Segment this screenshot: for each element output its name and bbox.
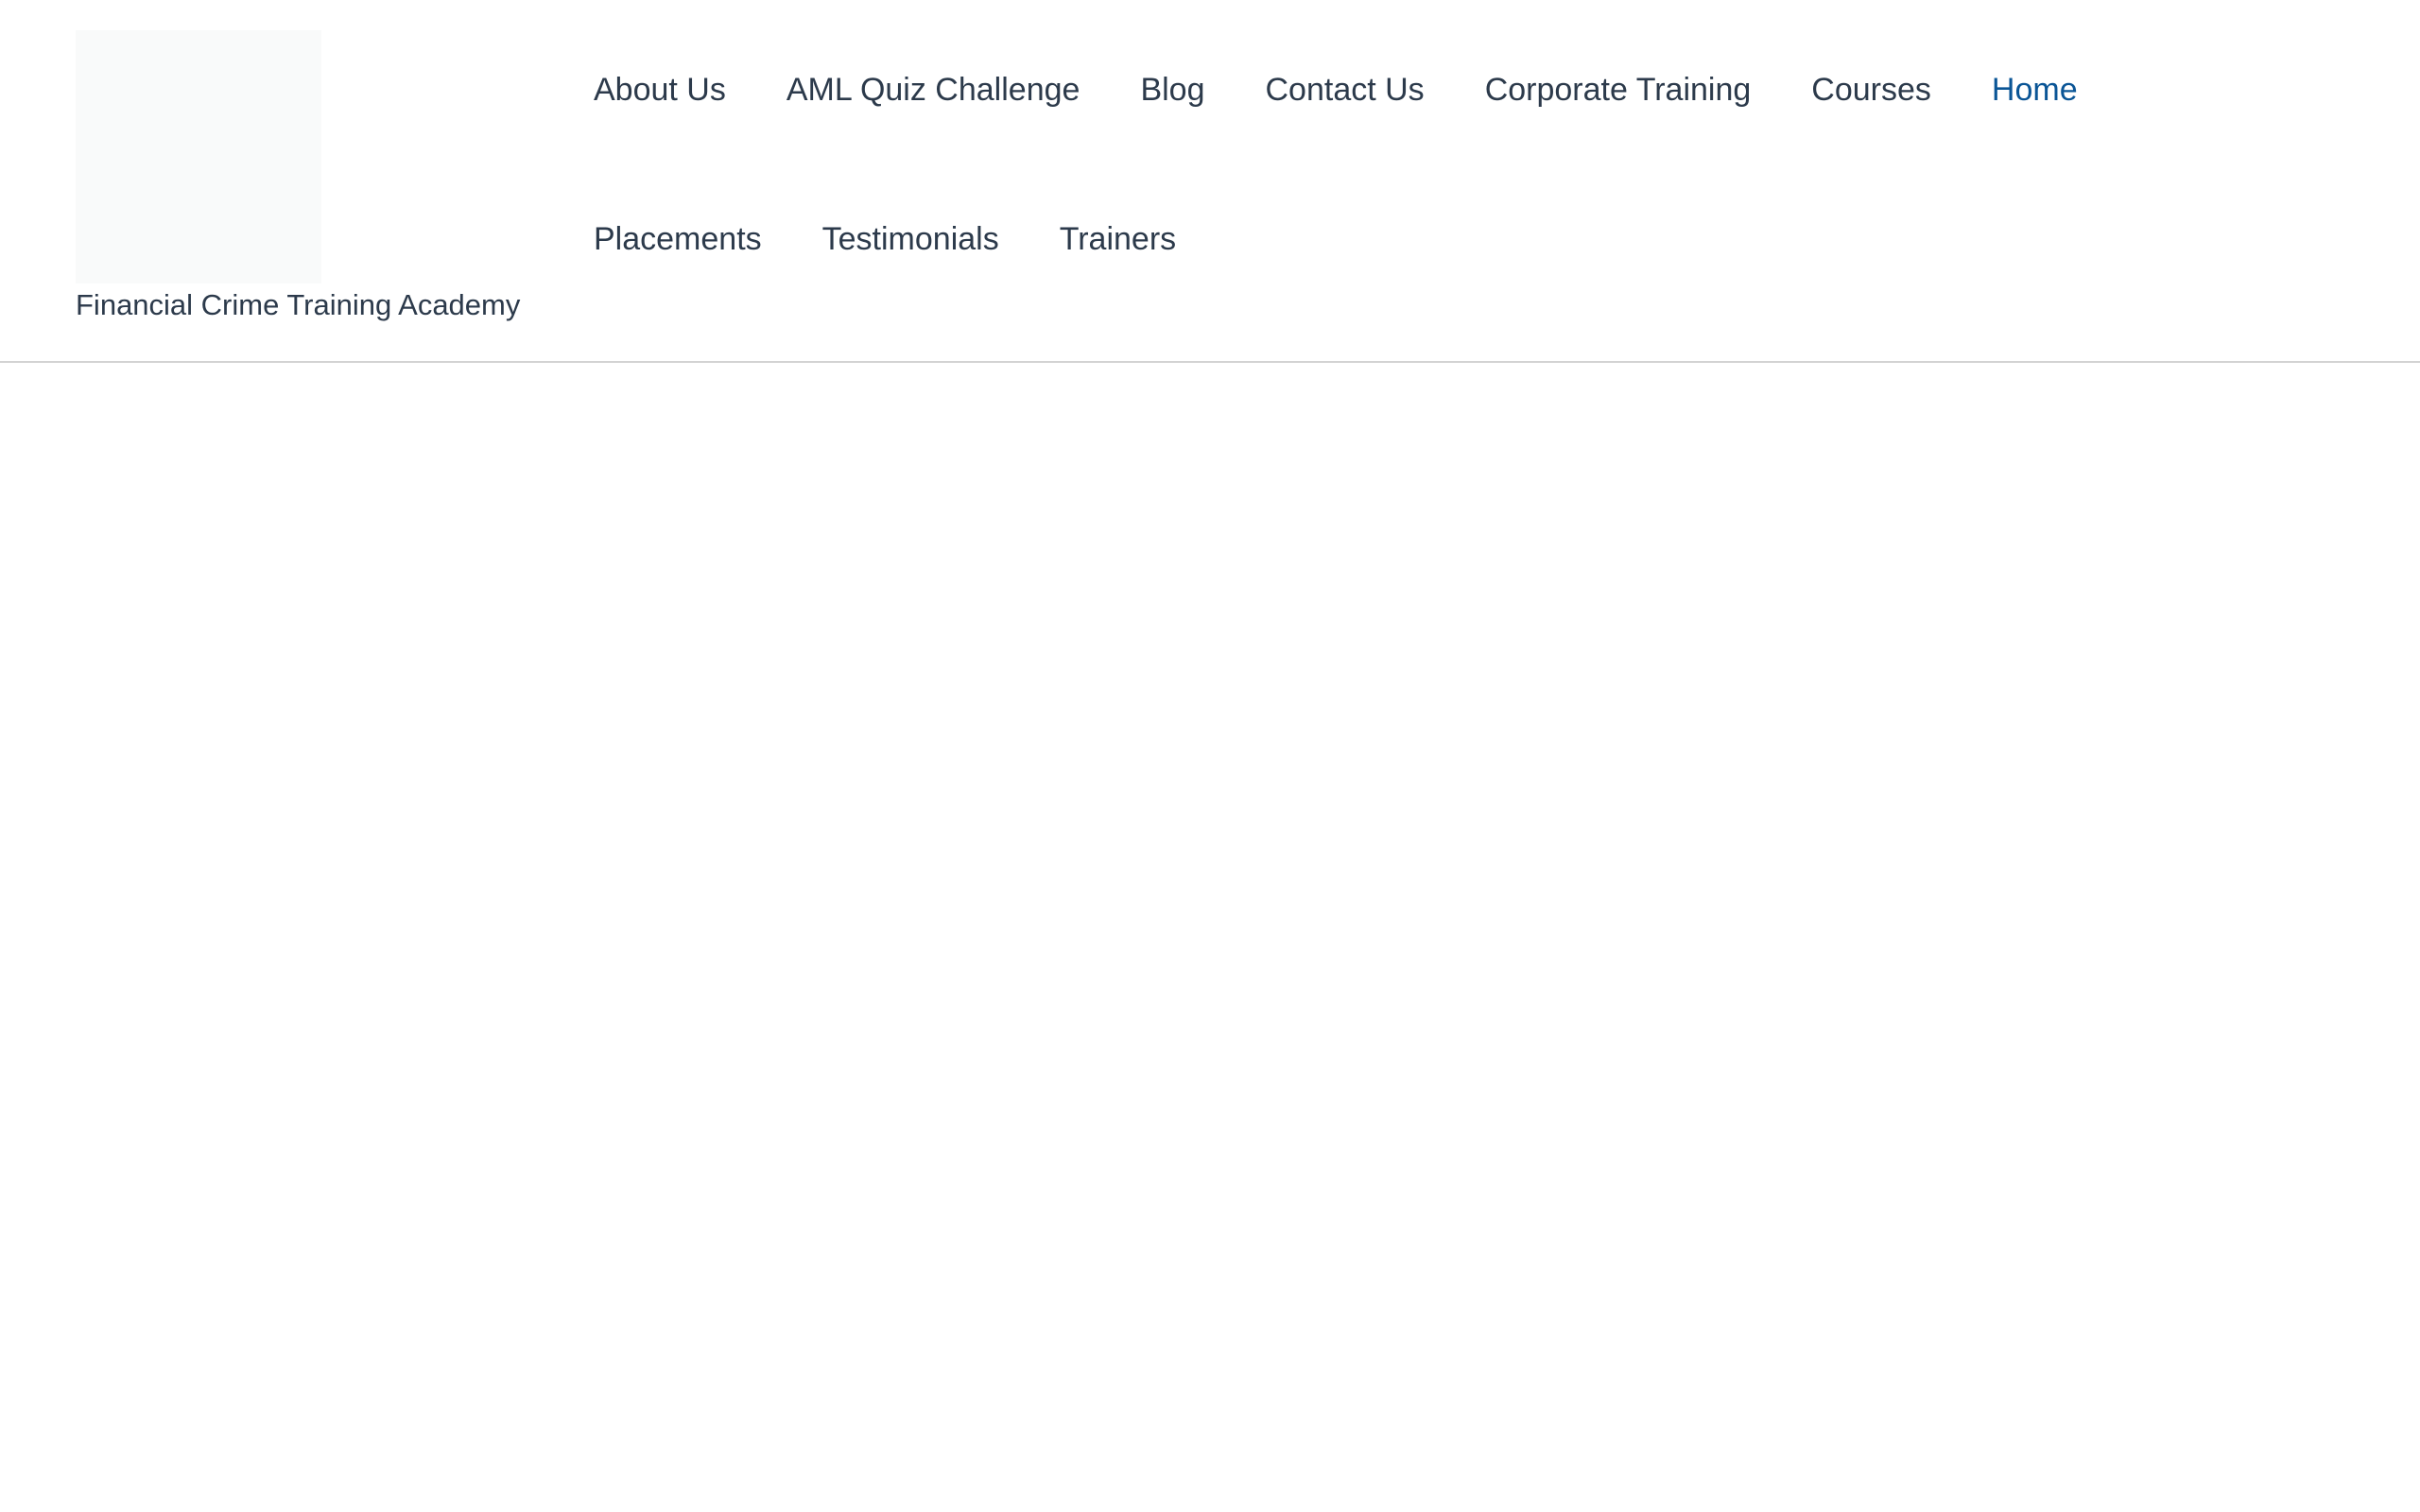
nav-item-corporate-training[interactable]: Corporate Training <box>1485 72 1752 112</box>
nav-item-placements[interactable]: Placements <box>594 221 762 261</box>
site-branding: Financial Crime Training Academy <box>76 30 520 321</box>
nav-menu: About Us AML Quiz Challenge Blog Contact… <box>594 72 2352 261</box>
nav-item-about-us[interactable]: About Us <box>594 72 726 112</box>
nav-item-home[interactable]: Home <box>1992 72 2078 112</box>
nav-item-trainers[interactable]: Trainers <box>1060 221 1176 261</box>
site-header: Financial Crime Training Academy About U… <box>0 0 2420 363</box>
nav-item-aml-quiz-challenge[interactable]: AML Quiz Challenge <box>786 72 1080 112</box>
nav-item-contact-us[interactable]: Contact Us <box>1266 72 1425 112</box>
site-title[interactable]: Financial Crime Training Academy <box>76 287 520 323</box>
nav-item-courses[interactable]: Courses <box>1811 72 1931 112</box>
site-logo[interactable] <box>76 30 321 284</box>
main-content <box>0 363 2420 1510</box>
nav-item-blog[interactable]: Blog <box>1140 72 1204 112</box>
primary-navigation: About Us AML Quiz Challenge Blog Contact… <box>594 72 2352 261</box>
nav-item-testimonials[interactable]: Testimonials <box>822 221 999 261</box>
